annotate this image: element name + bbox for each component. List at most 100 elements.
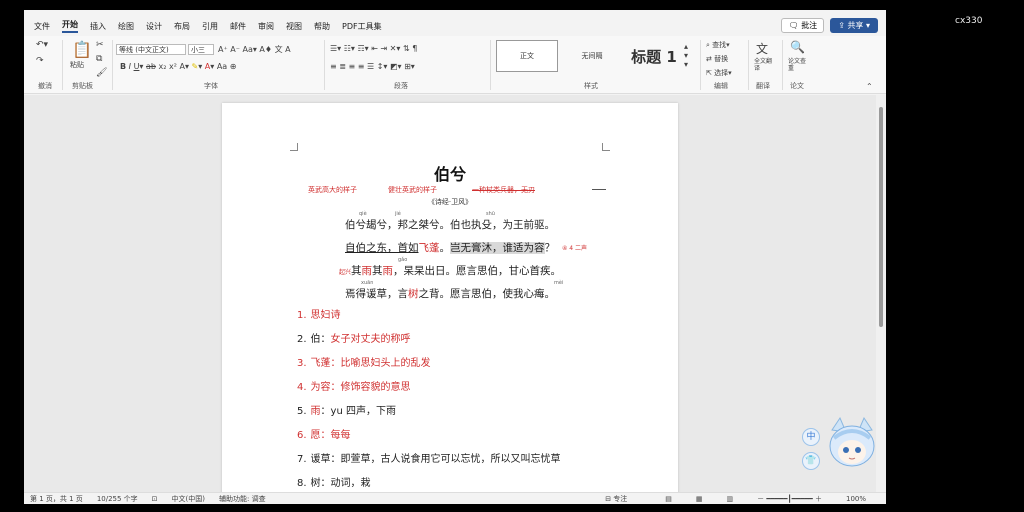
select-label: 选择	[714, 69, 729, 77]
menu-pdf-tools[interactable]: PDF工具集	[342, 21, 382, 32]
line4-part-a: 焉得谖草，言	[345, 288, 408, 300]
menu-view[interactable]: 视图	[286, 21, 302, 32]
status-page[interactable]: 第 1 页，共 1 页	[30, 494, 83, 504]
note-item: 7. 谖草：即萱草，古人说食用它可以忘忧，所以又叫忘忧草	[297, 454, 561, 465]
menu-insert[interactable]: 插入	[90, 21, 106, 32]
text-format-icons[interactable]: B I U▾ ab x₂ x² A▾ ✎▾ A▾ Aa ⊕	[120, 62, 236, 71]
note-number: 5.	[297, 406, 307, 417]
note-body: 每每	[330, 430, 351, 441]
focus-button[interactable]: ⊟ 专注	[605, 494, 641, 504]
ime-float-button[interactable]: 中	[802, 428, 820, 446]
web-layout-icon[interactable]: ▥	[727, 495, 734, 503]
zoom-level[interactable]: 100%	[846, 495, 866, 503]
poem-source: 《诗经·卫风》	[427, 198, 473, 206]
word-window: 文件 开始 插入 绘图 设计 布局 引用 邮件 审阅 视图 帮助 PDF工具集 …	[24, 10, 886, 504]
note-body: 比喻思妇头上的乱发	[340, 358, 431, 369]
line4-part-b: 之背。愿言思伯，使我心痗。	[418, 288, 556, 300]
line3-part-b: 其	[372, 265, 383, 277]
group-undo-label: 撤消	[38, 82, 52, 90]
menu-help[interactable]: 帮助	[314, 21, 330, 32]
share-button[interactable]: ⇪ 共享 ▾	[830, 18, 878, 33]
poem-line-4: 焉得谖草，言树之背。愿言思伯，使我心痗。	[222, 286, 678, 301]
font-size-select[interactable]: 小三	[188, 44, 214, 55]
line3-rain-1: 雨	[361, 265, 373, 277]
note-number: 8.	[297, 478, 307, 489]
select-button[interactable]: ⇱ 选择▾	[706, 68, 732, 78]
mascot-avatar[interactable]	[824, 416, 880, 472]
note-number: 6.	[297, 430, 307, 441]
ribbon: ↶▾ ↷ 撤消 📋 粘贴 ✂ ⧉ 🖌 剪贴板 等线 (中文正文) 小三 A⁺ A…	[24, 36, 886, 94]
document-page[interactable]: 伯兮 英武高大的样子 健壮英武的样子 一种杖类兵器，无刃 《诗经·卫风》 qiè…	[222, 103, 678, 503]
status-language[interactable]: 中文(中国)	[172, 494, 205, 504]
translate-label: 全文翻译	[754, 58, 773, 72]
line4-shu: 树	[408, 288, 419, 300]
poem-line-3: 起兴其雨其雨，杲杲出日。愿言思伯，甘心首疾。	[222, 263, 678, 278]
group-font-label: 字体	[204, 82, 218, 90]
cut-icon[interactable]: ✂	[96, 40, 104, 50]
poem-line-2: 自伯之东，首如飞蓬。岂无膏沐，谁适为容？	[222, 240, 678, 255]
menu-references[interactable]: 引用	[202, 21, 218, 32]
status-bar: 第 1 页，共 1 页 10/255 个字 ⊡ 中文(中国) 辅助功能: 调查 …	[24, 492, 886, 504]
undo-icon[interactable]: ↶▾	[36, 40, 48, 50]
note-item: 4. 为容：修饰容貌的意思	[297, 382, 411, 393]
style-no-spacing[interactable]: 无间隔	[562, 40, 622, 72]
group-translate-label: 翻译	[756, 82, 770, 90]
overlay-user-tag: cx330	[955, 16, 983, 26]
menu-draw[interactable]: 绘图	[118, 21, 134, 32]
style-heading-1[interactable]: 标题 1	[624, 40, 684, 72]
replace-button[interactable]: ⇄ 替换	[706, 54, 728, 64]
note-head: 树	[310, 478, 321, 489]
paste-icon[interactable]: 📋	[72, 40, 92, 59]
menu-mailings[interactable]: 邮件	[230, 21, 246, 32]
styles-scroll-icon[interactable]: ▴ ▾ ▾	[684, 42, 688, 69]
print-layout-icon[interactable]: ▦	[696, 495, 703, 503]
status-accessibility[interactable]: 辅助功能: 调查	[219, 494, 266, 504]
notes-list: 1. 思妇诗 2. 伯：女子对丈夫的称呼 3. 飞蓬：比喻思妇头上的乱发 4. 为容：修…	[297, 309, 561, 501]
note-item: 3. 飞蓬：比喻思妇头上的乱发	[297, 358, 431, 369]
note-body: yu 四声，下雨	[330, 406, 396, 417]
annotation-line	[592, 189, 606, 190]
line3-rain-2: 雨	[382, 265, 394, 277]
note-number: 7.	[297, 454, 307, 465]
annotation-1: 英武高大的样子	[308, 186, 357, 194]
format-painter-icon[interactable]: 🖌	[96, 68, 107, 78]
focus-label: 专注	[613, 494, 628, 503]
note-head: 为容	[310, 382, 331, 393]
menu-design[interactable]: 设计	[146, 21, 162, 32]
menu-home[interactable]: 开始	[62, 19, 78, 33]
align-icons[interactable]: ≡ ≣ ≡ ≡ ☰ ↕▾ ◩▾ ⊞▾	[330, 62, 415, 71]
side-note: ④ 4 二声	[562, 245, 588, 252]
note-item: 2. 伯：女子对丈夫的称呼	[297, 334, 411, 345]
collapse-ribbon-icon[interactable]: ⌃	[866, 82, 873, 91]
note-number: 4.	[297, 382, 307, 393]
group-editing-label: 编辑	[714, 82, 728, 90]
scrollbar-thumb[interactable]	[879, 107, 883, 327]
font-name-select[interactable]: 等线 (中文正文)	[116, 44, 186, 55]
read-mode-icon[interactable]: ▤	[665, 495, 672, 503]
paper-check-icon[interactable]: 🔍	[790, 40, 805, 54]
paper-check-label: 论文查重	[788, 58, 807, 72]
skin-float-button[interactable]: 👕	[802, 452, 820, 470]
menu-file[interactable]: 文件	[34, 21, 50, 32]
note-number: 1.	[297, 310, 307, 321]
translate-icon[interactable]: 文	[756, 40, 768, 57]
grow-font-icon[interactable]: A⁺ A⁻ Aa▾ A♦ 文 A	[218, 44, 291, 55]
note-body: 即萱草，古人说食用它可以忘忧，所以又叫忘忧草	[340, 454, 561, 465]
note-head: 思妇诗	[310, 310, 341, 321]
note-number: 3.	[297, 358, 307, 369]
proofing-icon[interactable]: ⊡	[152, 495, 158, 503]
note-body: 修饰容貌的意思	[340, 382, 411, 393]
list-icons[interactable]: ☰▾ ☷▾ ☶▾ ⇤ ⇥ ✕▾ ⇅ ¶	[330, 44, 417, 53]
redo-icon[interactable]: ↷	[36, 56, 44, 66]
poem-line-1: 伯兮朅兮，邦之桀兮。伯也执殳，为王前驱。	[345, 219, 555, 231]
style-normal[interactable]: 正文	[496, 40, 558, 72]
group-paper-label: 论文	[790, 82, 804, 90]
find-button[interactable]: ⌕ 查找▾	[706, 40, 730, 50]
menu-review[interactable]: 审阅	[258, 21, 274, 32]
menu-layout[interactable]: 布局	[174, 21, 190, 32]
copy-icon[interactable]: ⧉	[96, 54, 102, 64]
status-words[interactable]: 10/255 个字	[97, 494, 138, 504]
zoom-slider[interactable]: － ━━━━━┃━━━━━ ＋	[757, 494, 822, 504]
note-head: 雨	[310, 406, 321, 417]
annotate-button[interactable]: 🗨 批注	[781, 18, 825, 33]
